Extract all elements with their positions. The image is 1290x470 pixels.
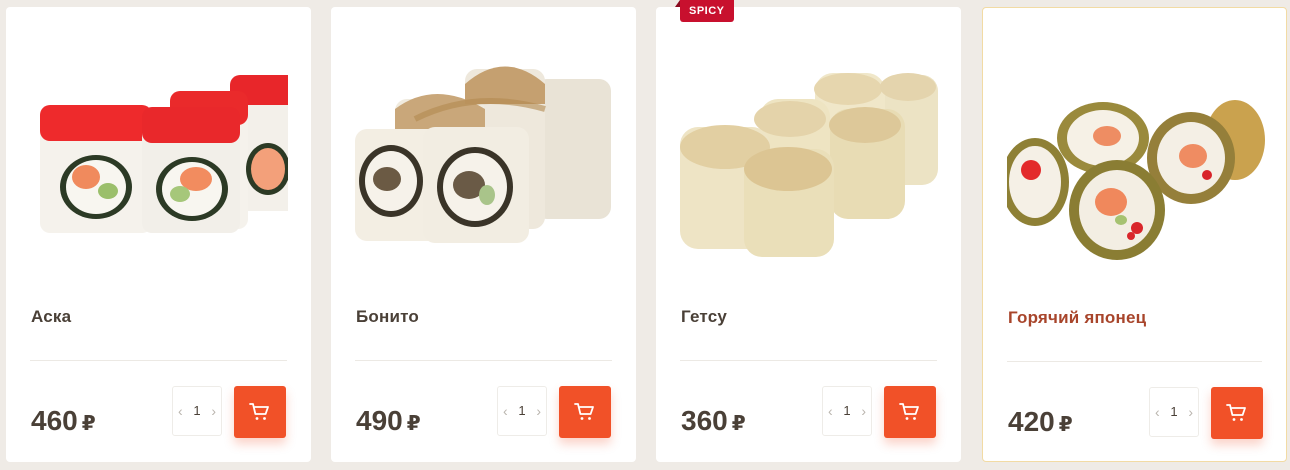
quantity-stepper[interactable]: ‹ 1 › xyxy=(1149,387,1199,437)
currency-symbol: ₽ xyxy=(731,413,746,435)
product-name[interactable]: Гетсу xyxy=(681,307,727,327)
sushi-roll-tempura-icon xyxy=(680,29,938,289)
product-card[interactable]: Горячий японец 420 ₽ ‹ 1 › xyxy=(982,7,1287,462)
price-value: 360 xyxy=(681,405,728,436)
spicy-badge: SPICY xyxy=(675,0,734,22)
divider xyxy=(355,360,612,361)
sushi-roll-hot-tempura-icon xyxy=(1007,30,1265,290)
add-to-cart-button[interactable] xyxy=(1211,387,1263,439)
price-value: 460 xyxy=(31,405,78,436)
currency-symbol: ₽ xyxy=(406,413,421,435)
product-card[interactable]: Бонито 490 ₽ ‹ 1 › xyxy=(331,7,636,462)
add-to-cart-button[interactable] xyxy=(884,386,936,438)
quantity-stepper[interactable]: ‹ 1 › xyxy=(822,386,872,436)
chevron-right-icon[interactable]: › xyxy=(1188,404,1193,420)
divider xyxy=(1007,361,1262,362)
shopping-cart-icon xyxy=(1226,404,1246,421)
currency-symbol: ₽ xyxy=(81,413,96,435)
product-name[interactable]: Бонито xyxy=(356,307,419,327)
chevron-right-icon[interactable]: › xyxy=(211,403,216,419)
divider xyxy=(680,360,937,361)
price-value: 490 xyxy=(356,405,403,436)
price-value: 420 xyxy=(1008,406,1055,437)
product-image[interactable] xyxy=(355,29,613,289)
chevron-right-icon[interactable]: › xyxy=(861,403,866,419)
sushi-roll-bonito-icon xyxy=(355,29,613,289)
product-name[interactable]: Горячий японец xyxy=(1008,308,1146,328)
add-to-cart-button[interactable] xyxy=(234,386,286,438)
quantity-stepper[interactable]: ‹ 1 › xyxy=(497,386,547,436)
product-name[interactable]: Аска xyxy=(31,307,71,327)
add-to-cart-button[interactable] xyxy=(559,386,611,438)
quantity-stepper[interactable]: ‹ 1 › xyxy=(172,386,222,436)
product-image[interactable] xyxy=(1007,30,1265,290)
product-grid: Аска 460 ₽ ‹ 1 › Бонито 490 ₽ ‹ 1 › SPIC… xyxy=(0,0,1290,470)
sushi-roll-red-tobiko-icon xyxy=(30,29,288,289)
product-card[interactable]: SPICY Гетсу 360 ₽ ‹ 1 › xyxy=(656,0,961,462)
product-card[interactable]: Аска 460 ₽ ‹ 1 › xyxy=(6,7,311,462)
shopping-cart-icon xyxy=(249,403,269,420)
product-image[interactable] xyxy=(680,29,938,289)
product-price: 360 ₽ xyxy=(681,405,746,437)
chevron-right-icon[interactable]: › xyxy=(536,403,541,419)
product-price: 460 ₽ xyxy=(31,405,96,437)
product-image[interactable] xyxy=(30,29,288,289)
divider xyxy=(30,360,287,361)
shopping-cart-icon xyxy=(574,403,594,420)
currency-symbol: ₽ xyxy=(1058,414,1073,436)
shopping-cart-icon xyxy=(899,403,919,420)
product-price: 490 ₽ xyxy=(356,405,421,437)
product-price: 420 ₽ xyxy=(1008,406,1073,438)
